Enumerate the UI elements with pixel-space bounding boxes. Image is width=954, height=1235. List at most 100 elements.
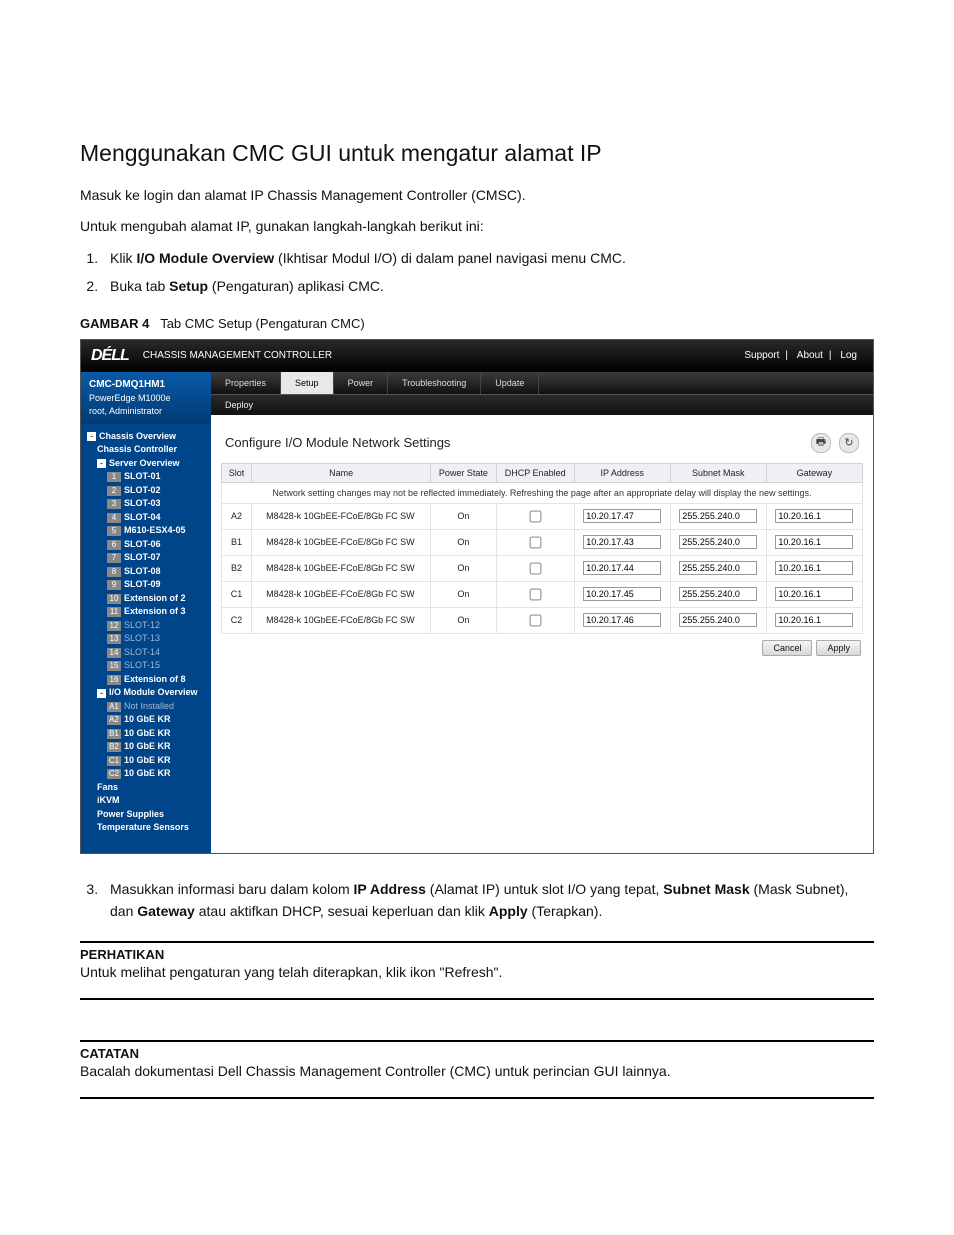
cell-name: M8428-k 10GbEE-FCoE/8Gb FC SW — [252, 555, 431, 581]
dhcp-checkbox[interactable] — [530, 588, 542, 600]
tree-toggle-icon[interactable]: - — [97, 689, 106, 698]
tab-power[interactable]: Power — [334, 372, 389, 394]
cmc-screenshot: DÉLL CHASSIS MANAGEMENT CONTROLLER Suppo… — [80, 339, 874, 854]
tree-item[interactable]: 4SLOT-04 — [87, 511, 209, 525]
about-link[interactable]: About — [797, 350, 823, 361]
subtab-bar: Deploy — [211, 394, 873, 415]
sidebar: CMC-DMQ1HM1 PowerEdge M1000e root, Admin… — [81, 372, 211, 853]
gw-input[interactable] — [775, 587, 853, 601]
tree-item[interactable]: 12SLOT-12 — [87, 619, 209, 633]
tree-item[interactable]: C110 GbE KR — [87, 754, 209, 768]
tree-item[interactable]: -I/O Module Overview — [87, 686, 209, 700]
tree-label: 10 GbE KR — [124, 767, 171, 781]
ip-input[interactable] — [583, 509, 661, 523]
ip-input[interactable] — [583, 561, 661, 575]
cell-name: M8428-k 10GbEE-FCoE/8Gb FC SW — [252, 607, 431, 633]
refresh-icon[interactable]: ↻ — [839, 433, 859, 453]
ip-input[interactable] — [583, 535, 661, 549]
mask-input[interactable] — [679, 613, 757, 627]
dell-logo: DÉLL — [91, 347, 129, 365]
mask-input[interactable] — [679, 535, 757, 549]
table-row: B2M8428-k 10GbEE-FCoE/8Gb FC SWOn — [222, 555, 863, 581]
tree-label: SLOT-04 — [124, 511, 161, 525]
header-links: Support| About| Log — [738, 350, 863, 361]
tree-item[interactable]: Chassis Controller — [87, 443, 209, 457]
tab-bar: PropertiesSetupPowerTroubleshootingUpdat… — [211, 372, 873, 394]
tree-item[interactable]: 1SLOT-01 — [87, 470, 209, 484]
tree-item[interactable]: A210 GbE KR — [87, 713, 209, 727]
tree-label: Not Installed — [124, 700, 174, 714]
tree-item[interactable]: 10Extension of 2 — [87, 592, 209, 606]
gw-input[interactable] — [775, 509, 853, 523]
tree-item[interactable]: 11Extension of 3 — [87, 605, 209, 619]
tree-item[interactable]: 5M610-ESX4-05 — [87, 524, 209, 538]
mask-input[interactable] — [679, 561, 757, 575]
tree-label: SLOT-15 — [124, 659, 160, 673]
tree-item[interactable]: B110 GbE KR — [87, 727, 209, 741]
dhcp-checkbox[interactable] — [530, 536, 542, 548]
tree-item[interactable]: 13SLOT-13 — [87, 632, 209, 646]
io-module-table: SlotNamePower StateDHCP EnabledIP Addres… — [221, 463, 863, 634]
print-icon[interactable]: 🖶 — [811, 433, 831, 453]
mask-input[interactable] — [679, 509, 757, 523]
tree-item[interactable]: 2SLOT-02 — [87, 484, 209, 498]
tree-label: Chassis Controller — [97, 443, 177, 457]
steps-list: Klik I/O Module Overview (Ikhtisar Modul… — [80, 247, 874, 298]
tree-item[interactable]: 6SLOT-06 — [87, 538, 209, 552]
nav-tree: -Chassis OverviewChassis Controller-Serv… — [81, 424, 211, 839]
tree-label: 10 GbE KR — [124, 740, 171, 754]
gw-input[interactable] — [775, 561, 853, 575]
tree-label: iKVM — [97, 794, 120, 808]
dhcp-checkbox[interactable] — [530, 510, 542, 522]
tree-item[interactable]: 15SLOT-15 — [87, 659, 209, 673]
table-notice: Network setting changes may not be refle… — [222, 482, 863, 503]
tab-properties[interactable]: Properties — [211, 372, 281, 394]
tree-item[interactable]: A1Not Installed — [87, 700, 209, 714]
tree-label: SLOT-08 — [124, 565, 161, 579]
tree-item[interactable]: 3SLOT-03 — [87, 497, 209, 511]
tab-troubleshooting[interactable]: Troubleshooting — [388, 372, 481, 394]
step-1-text: Klik — [110, 250, 136, 266]
tree-item[interactable]: Temperature Sensors — [87, 821, 209, 835]
tree-item[interactable]: -Chassis Overview — [87, 430, 209, 444]
step-2-bold: Setup — [169, 278, 208, 294]
tree-toggle-icon[interactable]: - — [87, 432, 96, 441]
tree-item[interactable]: -Server Overview — [87, 457, 209, 471]
apply-button[interactable]: Apply — [816, 640, 861, 656]
divider — [80, 998, 874, 1000]
tree-item[interactable]: 16Extension of 8 — [87, 673, 209, 687]
gw-input[interactable] — [775, 535, 853, 549]
chassis-header: CMC-DMQ1HM1 PowerEdge M1000e root, Admin… — [81, 372, 211, 424]
tree-item[interactable]: Power Supplies — [87, 808, 209, 822]
tree-item[interactable]: Fans — [87, 781, 209, 795]
ip-input[interactable] — [583, 613, 661, 627]
tree-item[interactable]: 9SLOT-09 — [87, 578, 209, 592]
tab-setup[interactable]: Setup — [281, 372, 334, 394]
cancel-button[interactable]: Cancel — [762, 640, 812, 656]
dhcp-checkbox[interactable] — [530, 562, 542, 574]
log-link[interactable]: Log — [840, 350, 857, 361]
tree-item[interactable]: C210 GbE KR — [87, 767, 209, 781]
tree-item[interactable]: 14SLOT-14 — [87, 646, 209, 660]
tree-slot-badge: 7 — [107, 553, 121, 563]
dhcp-checkbox[interactable] — [530, 614, 542, 626]
cell-slot: C2 — [222, 607, 252, 633]
tree-slot-badge: B2 — [107, 742, 121, 752]
tab-update[interactable]: Update — [481, 372, 539, 394]
tree-item[interactable]: B210 GbE KR — [87, 740, 209, 754]
tree-item[interactable]: 8SLOT-08 — [87, 565, 209, 579]
support-link[interactable]: Support — [744, 350, 779, 361]
cell-power: On — [431, 581, 497, 607]
ip-input[interactable] — [583, 587, 661, 601]
cell-name: M8428-k 10GbEE-FCoE/8Gb FC SW — [252, 503, 431, 529]
app-title: CHASSIS MANAGEMENT CONTROLLER — [143, 350, 332, 361]
tree-item[interactable]: 7SLOT-07 — [87, 551, 209, 565]
tree-item[interactable]: iKVM — [87, 794, 209, 808]
gw-input[interactable] — [775, 613, 853, 627]
mask-input[interactable] — [679, 587, 757, 601]
table-row: C1M8428-k 10GbEE-FCoE/8Gb FC SWOn — [222, 581, 863, 607]
step-1-bold: I/O Module Overview — [136, 250, 274, 266]
tree-toggle-icon[interactable]: - — [97, 459, 106, 468]
subtab-deploy[interactable]: Deploy — [225, 400, 253, 410]
tree-label: SLOT-14 — [124, 646, 160, 660]
